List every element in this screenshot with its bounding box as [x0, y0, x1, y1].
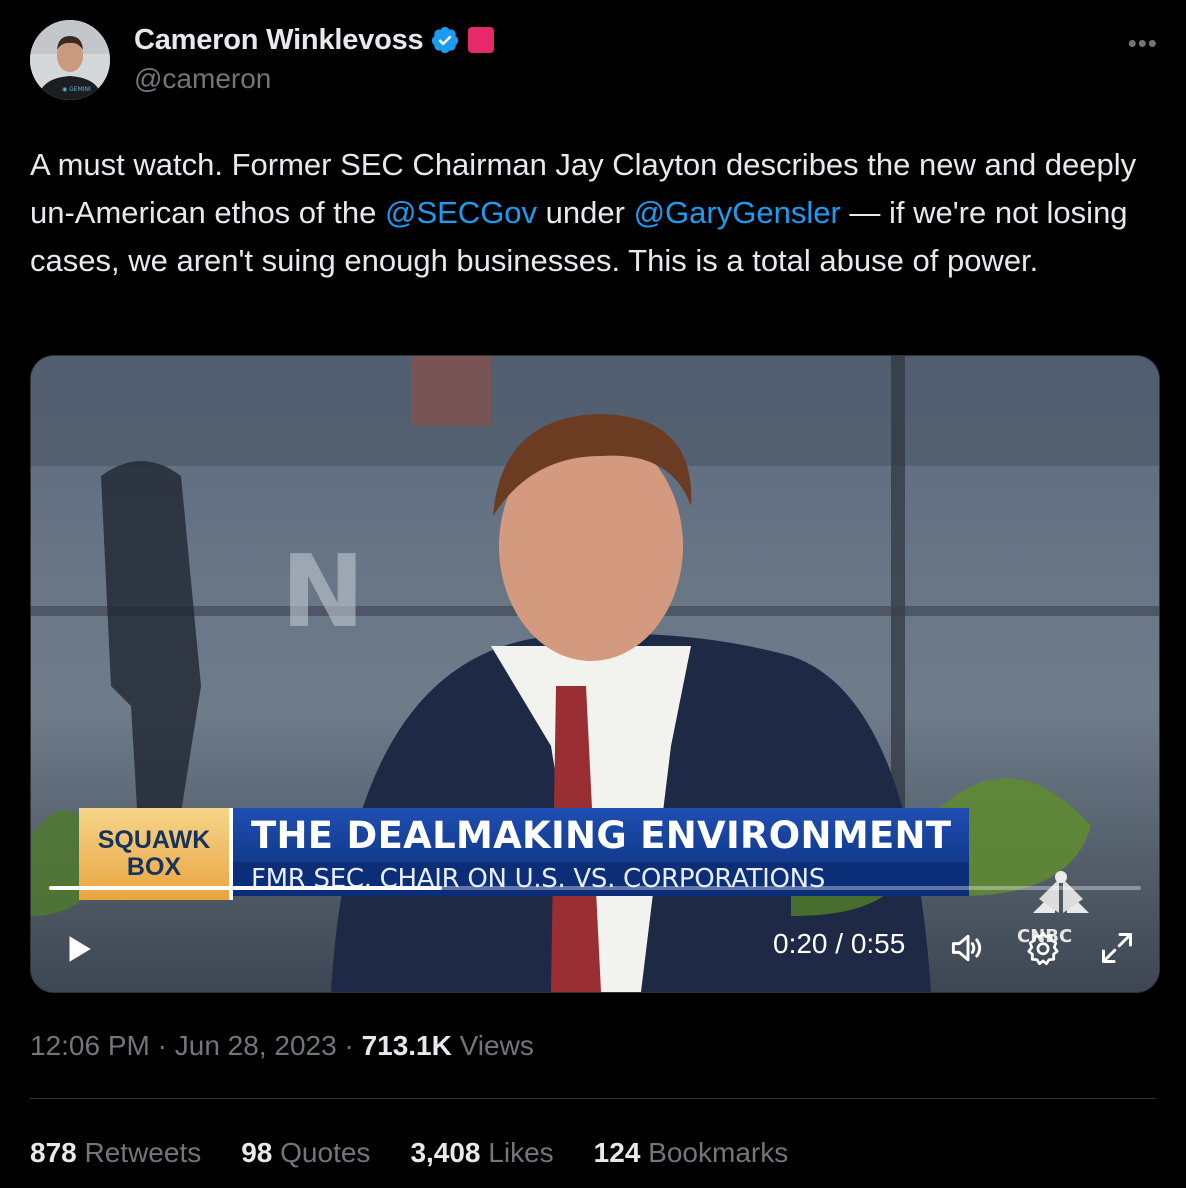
engagement-stats: 878 Retweets 98 Quotes 3,408 Likes 124 B… [30, 1137, 828, 1169]
likes-label: Likes [488, 1137, 554, 1168]
tweet-time[interactable]: 12:06 PM [30, 1030, 150, 1061]
retweets-count: 878 [30, 1137, 77, 1168]
avatar[interactable]: ◉ GEMINI [30, 20, 110, 100]
svg-text:◉ GEMINI: ◉ GEMINI [62, 86, 91, 93]
verified-badge-icon [432, 26, 459, 54]
meta-separator: · [157, 1030, 167, 1061]
chyron-headline: THE DEALMAKING ENVIRONMENT [233, 808, 970, 862]
settings-gear-icon[interactable] [1025, 930, 1061, 966]
tweet-meta: 12:06 PM · Jun 28, 2023 · 713.1K Views [30, 1030, 534, 1062]
more-horizontal-icon[interactable]: ••• [1128, 28, 1158, 59]
bookmarks-label: Bookmarks [648, 1137, 789, 1168]
author-handle[interactable]: @cameron [134, 63, 271, 95]
video-progress-fill [49, 886, 443, 890]
show-name-line1: SQUAWK [97, 826, 211, 854]
tweet-date[interactable]: Jun 28, 2023 [175, 1030, 337, 1061]
affiliate-badge-icon[interactable] [468, 27, 495, 53]
retweets-stat[interactable]: 878 Retweets [30, 1137, 201, 1169]
likes-count: 3,408 [410, 1137, 481, 1168]
tweet-text-part: under [537, 195, 634, 230]
author-display-name[interactable]: Cameron Winklevoss [134, 24, 424, 57]
fullscreen-expand-icon[interactable] [1099, 930, 1135, 966]
quotes-stat[interactable]: 98 Quotes [241, 1137, 370, 1169]
video-player[interactable]: N CNBC SQUAWK BOX THE DEALMAKING ENVIRON… [30, 355, 1160, 993]
divider [30, 1098, 1156, 1099]
views-count: 713.1K [361, 1030, 452, 1061]
likes-stat[interactable]: 3,408 Likes [410, 1137, 553, 1169]
video-time: 0:20 / 0:55 [773, 928, 906, 959]
svg-text:N: N [281, 533, 365, 650]
views-label: Views [459, 1030, 534, 1061]
quotes-label: Quotes [280, 1137, 371, 1168]
bookmarks-stat[interactable]: 124 Bookmarks [594, 1137, 789, 1169]
volume-icon[interactable] [949, 930, 987, 966]
tweet-text: A must watch. Former SEC Chairman Jay Cl… [30, 141, 1160, 285]
mention-garygensler[interactable]: @GaryGensler [634, 195, 841, 230]
play-icon[interactable] [61, 932, 95, 966]
video-progress-bar[interactable] [49, 886, 1141, 890]
quotes-count: 98 [241, 1137, 273, 1168]
retweets-label: Retweets [84, 1137, 202, 1168]
chyron-subhead: FMR SEC. CHAIR ON U.S. VS. CORPORATIONS [233, 862, 970, 896]
bookmarks-count: 124 [593, 1137, 641, 1168]
mention-secgov[interactable]: @SECGov [385, 195, 537, 230]
meta-separator: · [344, 1030, 354, 1061]
show-name-line2: BOX [126, 853, 182, 881]
